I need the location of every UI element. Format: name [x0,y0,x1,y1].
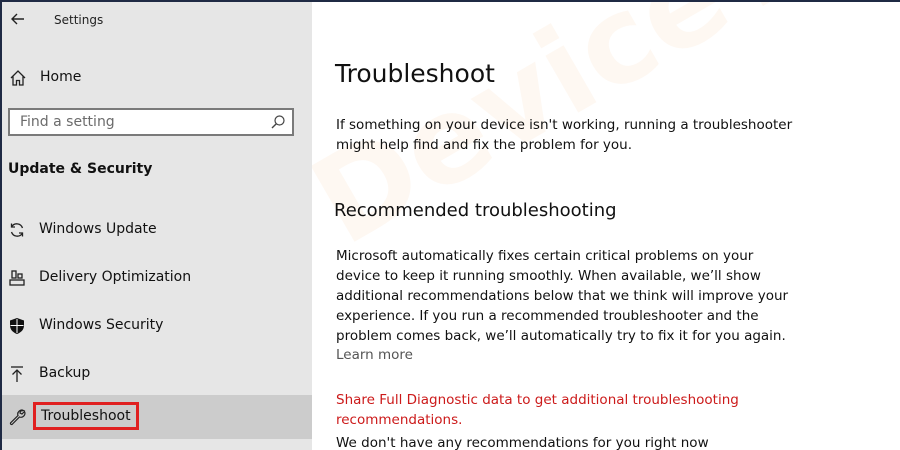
recommended-description: Microsoft automatically fixes certain cr… [336,248,789,344]
section-title: Update & Security [8,161,153,177]
sidebar-item-label: Home [40,69,82,85]
sidebar-item-delivery-optimization[interactable]: Delivery Optimization [2,256,312,300]
backup-icon [11,366,23,382]
sidebar-item-label: Backup [39,365,91,381]
search-icon[interactable] [270,114,286,130]
wrench-icon [9,409,26,426]
recommended-heading: Recommended troubleshooting [334,200,617,221]
shield-icon [10,318,24,334]
back-button[interactable] [6,8,30,30]
sidebar-item-label: Windows Update [39,221,157,237]
intro-text: If something on your device isn't workin… [336,117,793,153]
page-title: Troubleshoot [335,59,495,88]
delivery-icon [9,270,25,286]
back-arrow-icon [11,13,24,25]
sync-icon [10,223,24,237]
main-content: DeviceTricks Troubleshoot If something o… [312,2,900,450]
sidebar-item-label: Troubleshoot [33,402,139,430]
title-bar: Settings [2,2,312,38]
home-icon [10,70,26,86]
sidebar-item-home[interactable]: Home [2,62,312,94]
no-recommendations-text: We don't have any recommendations for yo… [336,435,709,450]
search-box[interactable] [8,108,294,136]
sidebar-item-label: Windows Security [39,317,164,333]
learn-more-link[interactable]: Learn more [336,347,413,363]
sidebar-item-backup[interactable]: Backup [2,352,312,396]
sidebar-item-windows-update[interactable]: Windows Update [2,208,312,252]
sidebar-item-troubleshoot[interactable]: Troubleshoot [2,395,312,439]
sidebar: Settings Home Update & Security Windows … [2,2,312,450]
app-title: Settings [54,13,104,27]
sidebar-item-label: Delivery Optimization [39,269,192,285]
diagnostic-data-link[interactable]: Share Full Diagnostic data to get additi… [336,390,776,430]
sidebar-item-windows-security[interactable]: Windows Security [2,304,312,348]
search-input[interactable] [20,113,260,131]
